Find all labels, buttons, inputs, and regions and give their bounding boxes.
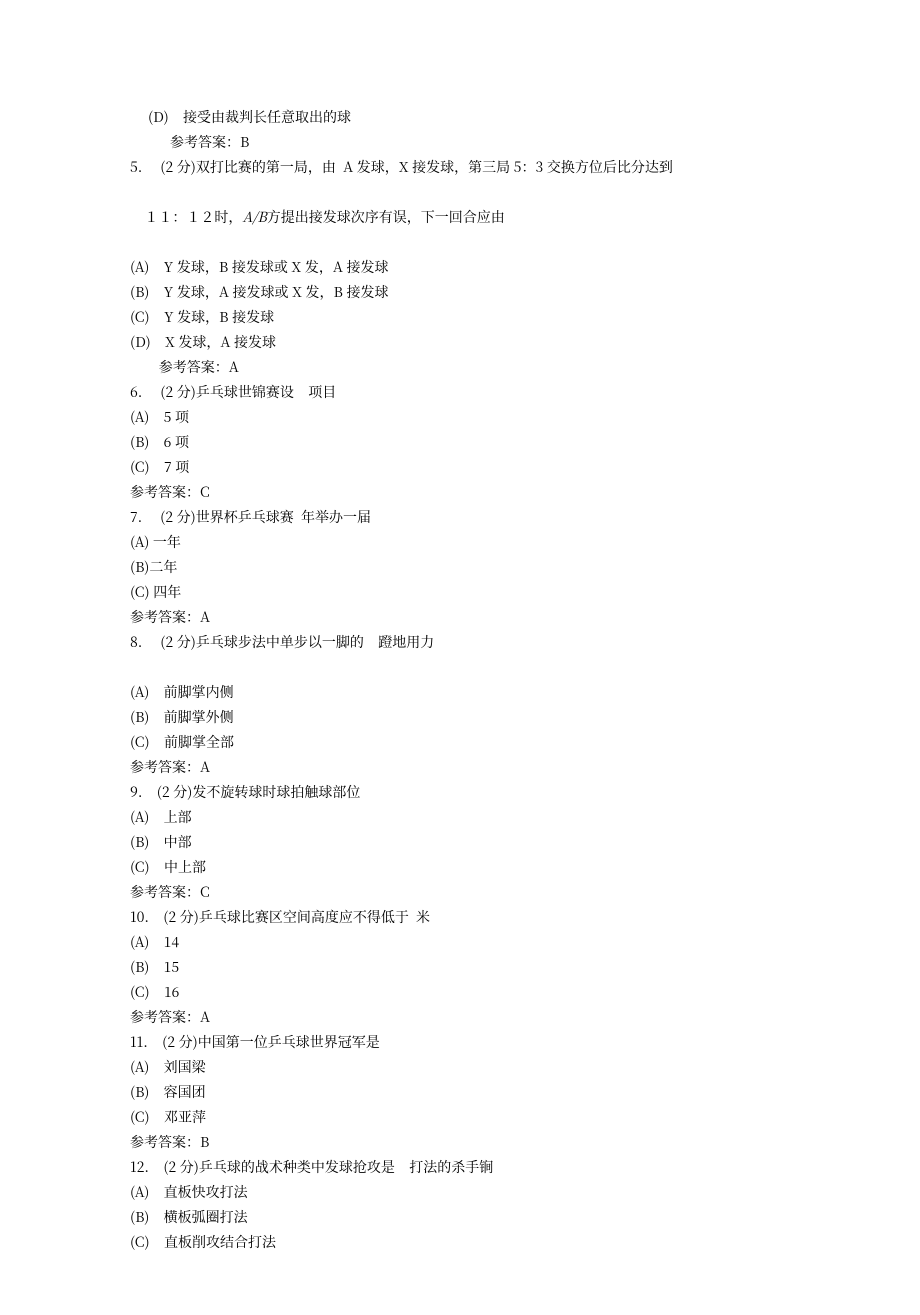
q6-option-b: (B) 6 项	[130, 430, 790, 455]
q11-answer: 参考答案：B	[130, 1130, 790, 1155]
q9-stem: 9. (2 分)发不旋转球时球拍触球部位	[130, 780, 790, 805]
q12-stem: 12. (2 分)乒乓球的战术种类中发球抢攻是 打法的杀手锏	[130, 1155, 790, 1180]
q10-option-c: (C) 16	[130, 980, 790, 1005]
q12-option-b: (B) 横板弧圈打法	[130, 1205, 790, 1230]
q6-option-a: (A) 5 项	[130, 405, 790, 430]
q11-option-a: (A) 刘国梁	[130, 1055, 790, 1080]
q9-answer: 参考答案：C	[130, 880, 790, 905]
q5-stem-line2: １１：１２时，A/B方提出接发球次序有误，下一回合应由	[130, 180, 790, 255]
q8-stem: 8. (2 分)乒乓球步法中单步以一脚的 蹬地用力	[130, 630, 790, 655]
q12-option-c: (C) 直板削攻结合打法	[130, 1230, 790, 1255]
q9-option-b: (B) 中部	[130, 830, 790, 855]
q8-answer: 参考答案：A	[130, 755, 790, 780]
q5-answer: 参考答案：A	[130, 355, 790, 380]
q10-stem: 10. (2 分)乒乓球比赛区空间高度应不得低于 米	[130, 905, 790, 930]
prev-option-d: (D) 接受由裁判长任意取出的球	[130, 105, 790, 130]
q11-option-b: (B) 容国团	[130, 1080, 790, 1105]
q6-stem: 6. (2 分)乒乓球世锦赛设 项目	[130, 380, 790, 405]
q7-option-a: (A) 一年	[130, 530, 790, 555]
q10-answer: 参考答案：A	[130, 1005, 790, 1030]
q8-option-a: (A) 前脚掌内侧	[130, 680, 790, 705]
q5-option-d: (D) X 发球，A 接发球	[130, 330, 790, 355]
q12-option-a: (A) 直板快攻打法	[130, 1180, 790, 1205]
q5-option-b: (B) Y 发球，A 接发球或 X 发，B 接发球	[130, 280, 790, 305]
q5-stem2-c: 方提出接发球次序有误，下一回合应由	[267, 207, 505, 227]
q7-option-c: (C) 四年	[130, 580, 790, 605]
q10-option-a: (A) 14	[130, 930, 790, 955]
q7-stem: 7. (2 分)世界杯乒乓球赛 年举办一届	[130, 505, 790, 530]
q11-option-c: (C) 邓亚萍	[130, 1105, 790, 1130]
prev-answer: 参考答案：B	[130, 130, 790, 155]
q5-option-c: (C) Y 发球，B 接发球	[130, 305, 790, 330]
q11-stem: 11. (2 分)中国第一位乒乓球世界冠军是	[130, 1030, 790, 1055]
q7-option-b: (B)二年	[130, 555, 790, 580]
q8-option-b: (B) 前脚掌外侧	[130, 705, 790, 730]
q5-stem2-a: １１：１２时，	[144, 207, 242, 227]
q7-answer: 参考答案：A	[130, 605, 790, 630]
q8-option-c: (C) 前脚掌全部	[130, 730, 790, 755]
q6-answer: 参考答案：C	[130, 480, 790, 505]
q5-option-a: (A) Y 发球，B 接发球或 X 发，A 接发球	[130, 255, 790, 280]
q10-option-b: (B) 15	[130, 955, 790, 980]
q6-option-c: (C) 7 项	[130, 455, 790, 480]
document-page: (D) 接受由裁判长任意取出的球 参考答案：B 5. (2 分)双打比赛的第一局…	[0, 0, 920, 1315]
q5-stem2-b: A/B	[242, 207, 266, 227]
q9-option-a: (A) 上部	[130, 805, 790, 830]
q9-option-c: (C) 中上部	[130, 855, 790, 880]
q8-blank	[130, 655, 790, 680]
q5-stem-line1: 5. (2 分)双打比赛的第一局，由 A 发球，X 接发球，第三局 5：3 交换…	[130, 155, 790, 180]
